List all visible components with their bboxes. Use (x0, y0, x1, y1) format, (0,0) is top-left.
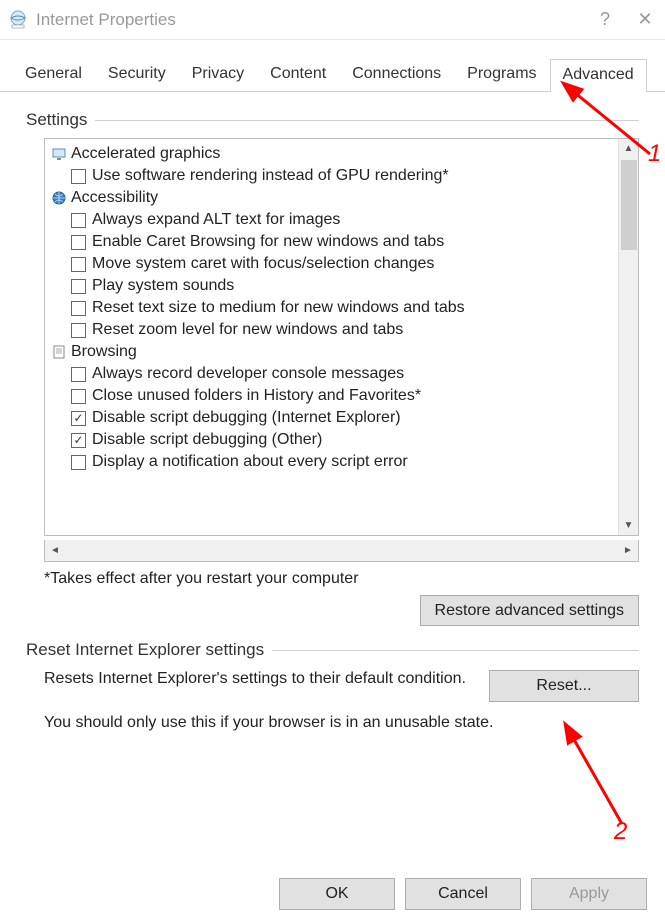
tab-content[interactable]: Content (257, 58, 339, 91)
reset-legend: Reset Internet Explorer settings (26, 640, 639, 660)
cancel-button[interactable]: Cancel (405, 878, 521, 910)
category-accelerated-graphics: Accelerated graphics (51, 143, 616, 165)
vertical-scrollbar[interactable]: ▲ ▼ (618, 139, 638, 535)
checkbox[interactable] (71, 169, 86, 184)
monitor-icon (51, 146, 67, 162)
scroll-thumb[interactable] (621, 160, 637, 250)
option-row[interactable]: Disable script debugging (Internet Explo… (51, 407, 616, 429)
restart-footnote: *Takes effect after you restart your com… (44, 570, 639, 588)
annotation-arrow-2 (560, 728, 650, 841)
page-icon (51, 344, 67, 360)
option-row[interactable]: Enable Caret Browsing for new windows an… (51, 231, 616, 253)
help-button[interactable]: ? (593, 9, 617, 30)
option-label: Reset zoom level for new windows and tab… (92, 321, 403, 339)
tab-connections[interactable]: Connections (339, 58, 454, 91)
checkbox[interactable] (71, 257, 86, 272)
titlebar: Internet Properties ? ✕ (0, 0, 665, 40)
tab-advanced[interactable]: Advanced (550, 59, 647, 92)
category-accessibility: Accessibility (51, 187, 616, 209)
checkbox[interactable] (71, 433, 86, 448)
ie-app-icon (8, 10, 28, 30)
option-row[interactable]: Reset zoom level for new windows and tab… (51, 319, 616, 341)
globe-icon (51, 190, 67, 206)
checkbox[interactable] (71, 235, 86, 250)
category-label: Accelerated graphics (71, 145, 220, 163)
scroll-down-icon[interactable]: ▼ (624, 516, 634, 535)
scroll-left-icon[interactable]: ◄ (45, 545, 65, 556)
option-row[interactable]: Close unused folders in History and Favo… (51, 385, 616, 407)
checkbox[interactable] (71, 301, 86, 316)
option-label: Always record developer console messages (92, 365, 404, 383)
close-button[interactable]: ✕ (633, 9, 657, 30)
option-row[interactable]: Use software rendering instead of GPU re… (51, 165, 616, 187)
ok-button[interactable]: OK (279, 878, 395, 910)
apply-button[interactable]: Apply (531, 878, 647, 910)
option-label: Always expand ALT text for images (92, 211, 340, 229)
scroll-right-icon[interactable]: ► (618, 545, 638, 556)
tab-programs[interactable]: Programs (454, 58, 549, 91)
dialog-buttons: OK Cancel Apply (279, 878, 647, 910)
settings-legend: Settings (26, 110, 639, 130)
horizontal-scrollbar[interactable]: ◄ ► (44, 540, 639, 562)
category-label: Browsing (71, 343, 137, 361)
annotation-label-1: 1 (648, 140, 661, 168)
reset-description: Resets Internet Explorer's settings to t… (44, 670, 469, 688)
checkbox[interactable] (71, 411, 86, 426)
settings-tree: Accelerated graphics Use software renderi… (44, 138, 639, 536)
checkbox[interactable] (71, 389, 86, 404)
category-browsing: Browsing (51, 341, 616, 363)
window-title: Internet Properties (36, 10, 593, 30)
option-row[interactable]: Always record developer console messages (51, 363, 616, 385)
option-row[interactable]: Disable script debugging (Other) (51, 429, 616, 451)
checkbox[interactable] (71, 279, 86, 294)
reset-button[interactable]: Reset... (489, 670, 639, 702)
option-label: Disable script debugging (Other) (92, 431, 322, 449)
reset-warning: You should only use this if your browser… (44, 714, 639, 732)
annotation-label-2: 2 (614, 818, 627, 846)
category-label: Accessibility (71, 189, 158, 207)
tab-privacy[interactable]: Privacy (179, 58, 257, 91)
option-label: Play system sounds (92, 277, 234, 295)
restore-advanced-button[interactable]: Restore advanced settings (420, 595, 639, 626)
tab-general[interactable]: General (12, 58, 95, 91)
option-label: Display a notification about every scrip… (92, 453, 408, 471)
checkbox[interactable] (71, 455, 86, 470)
checkbox[interactable] (71, 367, 86, 382)
option-row[interactable]: Move system caret with focus/selection c… (51, 253, 616, 275)
option-label: Reset text size to medium for new window… (92, 299, 465, 317)
tab-security[interactable]: Security (95, 58, 179, 91)
option-row[interactable]: Always expand ALT text for images (51, 209, 616, 231)
tabstrip: GeneralSecurityPrivacyContentConnections… (0, 40, 665, 92)
scroll-up-icon[interactable]: ▲ (624, 139, 634, 158)
option-row[interactable]: Display a notification about every scrip… (51, 451, 616, 473)
checkbox[interactable] (71, 323, 86, 338)
option-label: Close unused folders in History and Favo… (92, 387, 421, 405)
option-label: Enable Caret Browsing for new windows an… (92, 233, 444, 251)
option-row[interactable]: Play system sounds (51, 275, 616, 297)
option-label: Move system caret with focus/selection c… (92, 255, 434, 273)
option-label: Disable script debugging (Internet Explo… (92, 409, 401, 427)
option-row[interactable]: Reset text size to medium for new window… (51, 297, 616, 319)
option-label: Use software rendering instead of GPU re… (92, 167, 449, 185)
checkbox[interactable] (71, 213, 86, 228)
